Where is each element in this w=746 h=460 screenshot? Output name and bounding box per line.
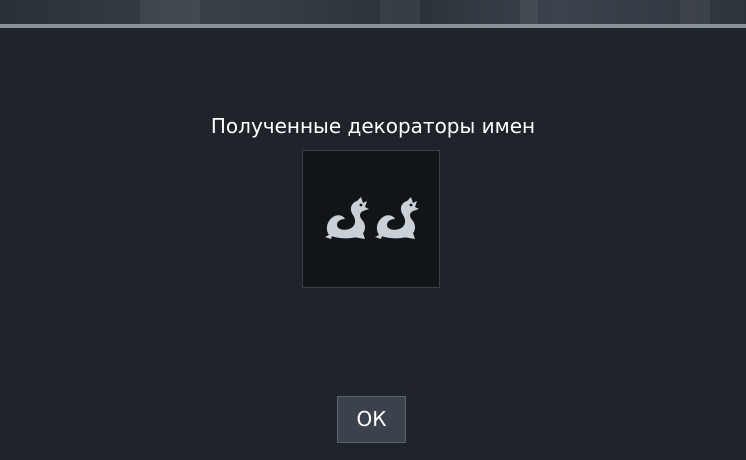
dialog-title: Полученные декораторы имен bbox=[210, 114, 536, 138]
background-header-strip bbox=[0, 0, 746, 24]
received-decorators-dialog: Полученные декораторы имен ОК bbox=[0, 28, 746, 460]
name-decorator-tile[interactable] bbox=[302, 150, 440, 288]
twin-dragons-icon bbox=[325, 197, 419, 239]
ok-button[interactable]: ОК bbox=[337, 396, 406, 443]
